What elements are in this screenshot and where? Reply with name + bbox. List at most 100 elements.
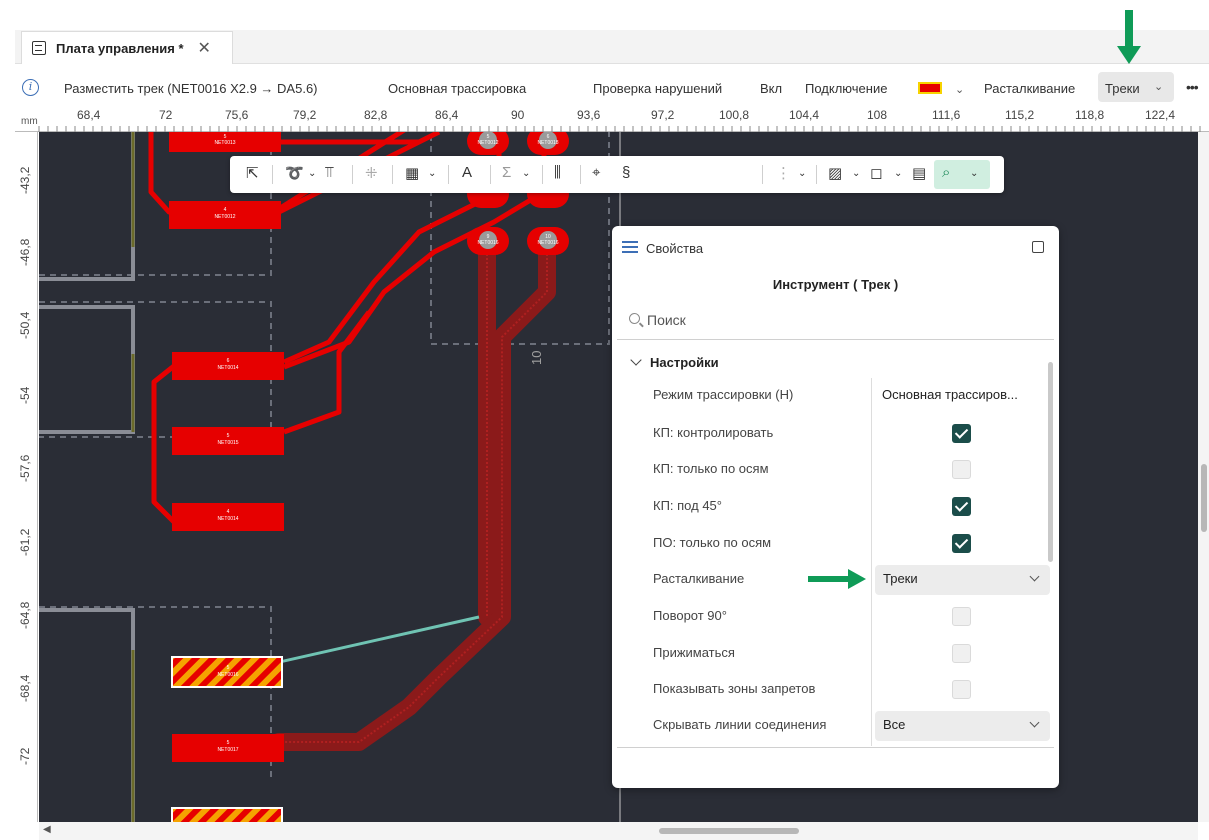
pour-icon[interactable]: ▨ [828,164,842,182]
checkbox-pad-axes-only[interactable] [952,460,971,479]
chevron-down-icon[interactable]: ⌄ [852,168,860,179]
ruler-y-label: -46,8 [18,238,32,266]
scroll-left-icon[interactable]: ◀ [43,824,51,835]
horizontal-scrollbar[interactable]: ◀ [39,822,1198,840]
pad-label: NET0014 [217,516,238,522]
select-cursor-icon[interactable]: ⇱ [246,164,259,182]
checkbox-hug[interactable] [952,644,971,663]
checkbox-pad-45[interactable] [952,497,971,516]
search-input[interactable]: Поиск [617,304,1054,340]
highlighted-pad[interactable] [171,807,283,822]
scroll-thumb[interactable] [1201,464,1207,532]
pad-label: 4 [227,509,230,515]
hide-ratsnest-dropdown[interactable]: Все [875,711,1050,741]
shove-mode-dropdown[interactable]: Треки ⌄ [1098,72,1174,102]
chevron-down-icon[interactable]: ⌄ [428,168,436,179]
route-track-icon[interactable]: ➰ [285,164,304,182]
chevron-down-icon[interactable]: ⌄ [308,168,316,179]
green-arrow-down-icon [1117,10,1141,64]
search-route-icon[interactable]: ⌕ [942,164,950,181]
ruler-y-label: -64,8 [18,601,32,629]
wave-icon[interactable]: § [622,164,630,181]
pad-label: 4 [224,207,227,213]
layers-icon[interactable]: ▤ [912,164,926,182]
chevron-down-icon[interactable]: ⌄ [522,168,530,179]
ruler-vertical: -43,2 -46,8 -50,4 -54 -57,6 -61,2 -64,8 … [15,132,38,822]
routing-mode-button[interactable]: Основная трассировка [388,81,526,96]
ruler-x-ticks [38,126,1201,132]
prop-label: Поворот 90° [653,608,727,623]
place-track-status: Разместить трек (NET0016 X2.9 → DA5.6) [64,81,318,96]
panel-scrollbar[interactable] [1048,362,1053,562]
shove-dropdown-value: Треки [883,571,918,586]
settings-sliders-icon [622,240,638,254]
fanout-icon[interactable]: ⁜ [365,164,378,182]
tab-board-control[interactable]: Плата управления * ✕ [21,31,233,64]
sum-icon[interactable]: Σ [502,164,511,181]
prop-label: ПО: только по осям [653,535,772,550]
round-pad-label: NET0016 [477,240,498,246]
silkscreen-lines [39,132,135,822]
close-icon[interactable]: ✕ [198,38,211,58]
scroll-thumb[interactable] [659,828,799,834]
checkbox-control-pad[interactable] [952,424,971,443]
chevron-down-icon[interactable]: ⌄ [798,168,806,179]
ruler-horizontal: mm 68,4 72 75,6 79,2 82,8 86,4 90 93,6 9… [15,108,1209,132]
properties-panel: Свойства Инструмент ( Трек ) Поиск Настр… [612,226,1059,788]
chevron-down-icon: ⌄ [1154,81,1164,93]
round-pad-label: NET0012 [477,140,498,146]
chevron-down-icon[interactable]: ⌄ [970,168,978,179]
round-pad-label: NET0016 [537,240,558,246]
pad-label: 6 [227,358,230,364]
maximize-icon[interactable] [1032,241,1044,253]
shove-mode-value: Треки [1105,81,1140,96]
chevron-down-icon [1029,571,1040,582]
tree-icon[interactable]: ⋮ [776,164,791,182]
ruler-y-label: -72 [18,747,32,765]
vertical-scrollbar[interactable] [1198,132,1209,822]
hide-ratsnest-value: Все [883,717,906,732]
diff-pair-icon[interactable]: ⫪ [325,164,333,181]
checkbox-show-keepouts[interactable] [952,680,971,699]
chevron-down-icon[interactable]: ⌄ [955,83,964,96]
ruler-y-label: -57,6 [18,454,32,482]
search-placeholder: Поиск [647,312,686,328]
tab-bar: Плата управления * ✕ [0,0,1209,64]
chevron-down-icon [630,354,642,366]
pad-label: NET0016 [217,672,238,678]
ruler-y-label: -68,4 [18,674,32,702]
board-document-icon [32,41,46,55]
connection-label: Подключение [805,81,888,96]
grid-icon[interactable]: ▦ [405,164,419,182]
violation-check-toggle[interactable]: Вкл [760,81,782,96]
round-pads [467,132,569,255]
text-tool-icon[interactable]: A [462,164,472,181]
chevron-down-icon[interactable]: ⌄ [894,168,902,179]
routing-mode-value[interactable]: Основная трассиров... [882,387,1018,402]
prop-label: Режим трассировки (H) [653,387,794,402]
ref-label: 10 [529,351,544,365]
shove-dropdown[interactable]: Треки [875,565,1050,595]
pad-label: NET0017 [217,747,238,753]
routed-track-corridor [270,245,556,751]
more-icon[interactable]: ••• [1186,79,1199,95]
outline-icon[interactable]: ◻ [870,164,882,182]
prop-row: Скрывать линии соединения Все [612,708,1050,744]
prop-row: Поворот 90° [612,599,1047,635]
pad-label: 5 [227,740,230,746]
info-icon[interactable]: i [22,79,39,96]
target-icon[interactable]: ⌖ [592,164,600,181]
connection-color-swatch[interactable] [918,82,942,94]
checkbox-rotate-90[interactable] [952,607,971,626]
ruler-y-label: -50,4 [18,311,32,339]
search-icon [629,313,640,324]
prop-row: ПО: только по осям [612,526,1047,562]
prop-label: Прижиматься [653,645,735,660]
round-pad-label: NET0018 [537,140,558,146]
ruler-y-label: -54 [18,386,32,404]
checkbox-via-axes-only[interactable] [952,534,971,553]
section-settings[interactable]: Настройки [630,354,719,370]
pad-label: NET0013 [214,140,235,146]
align-icon[interactable]: ⫼ [554,164,561,181]
pad-label: 5 [227,665,230,671]
